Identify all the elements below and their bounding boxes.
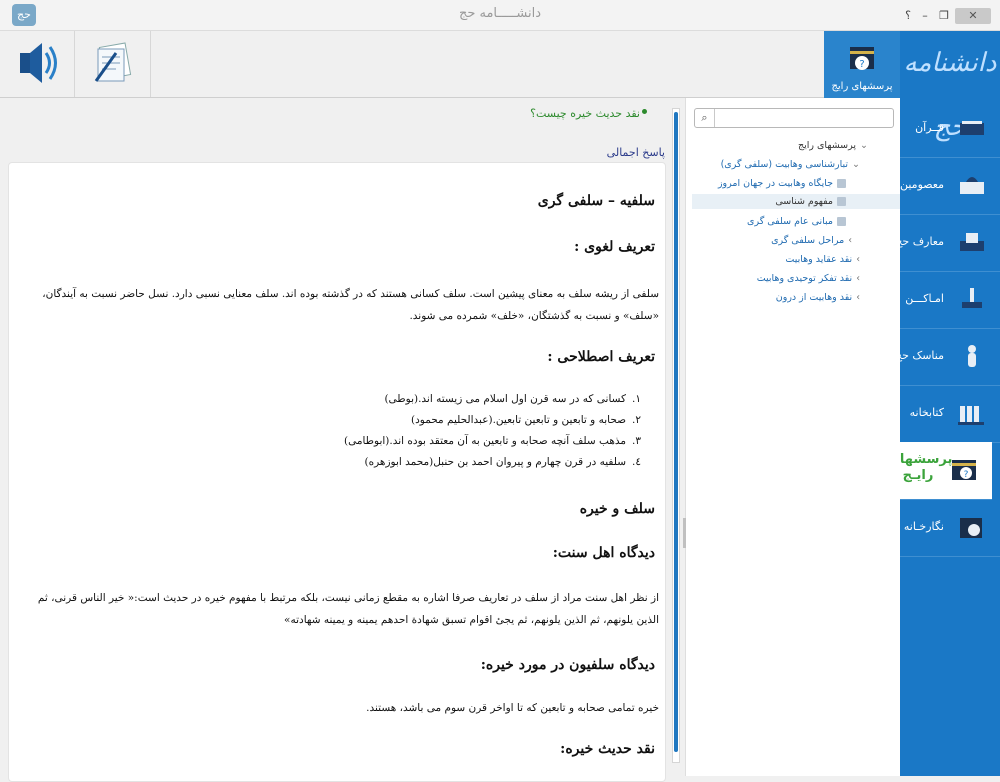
sidebar-item-faq[interactable]: ? پرسشهای رایـج bbox=[888, 442, 992, 500]
chevron-down-icon: ⌄ bbox=[860, 140, 868, 151]
page-icon bbox=[837, 179, 846, 188]
sidebar-item-label: نگارخـانه bbox=[903, 520, 944, 533]
search-icon[interactable]: ⌕ bbox=[695, 109, 715, 127]
page-icon bbox=[837, 217, 846, 226]
tree-node[interactable]: ⌄تبارشناسی وهابیت (سلفی گری) bbox=[721, 159, 860, 170]
sidebar-item-label: قــرآن bbox=[915, 121, 944, 134]
window-title: دانشـــــامه حج bbox=[458, 6, 542, 21]
faq-toolbar-label: پرسشهای رایج bbox=[831, 81, 893, 92]
tree-leaf-selected[interactable]: مفهوم شناسی bbox=[692, 194, 900, 209]
topic-tree-panel: ⌕ ⌄پرسشهای رایج ⌄تبارشناسی وهابیت (سلفی … bbox=[685, 98, 900, 776]
content-panel: نقد حدیث خیره چیست؟ پاسخ اجمالی سلفیه – … bbox=[0, 98, 686, 782]
book-icon bbox=[960, 233, 984, 251]
list-item: ٤.سلفیه در قرن چهارم و پیروان احمد بن حن… bbox=[364, 456, 641, 468]
sidebar: دانشنامه حج قــرآن معصومین معارف حج امـا… bbox=[888, 31, 1000, 776]
sidebar-item-library[interactable]: کتابخانه bbox=[900, 386, 1000, 443]
tree-node[interactable]: ›نقد عقاید وهابیت bbox=[785, 254, 860, 265]
chevron-right-icon: › bbox=[848, 235, 852, 246]
chevron-down-icon: ⌄ bbox=[852, 159, 860, 170]
documents-button[interactable] bbox=[76, 31, 151, 97]
pilgrim-icon bbox=[968, 345, 976, 367]
page-icon bbox=[837, 197, 846, 206]
heading: سلفیه – سلفی گری bbox=[537, 193, 655, 209]
faq-toolbar-button[interactable]: ? پرسشهای رایج bbox=[824, 31, 900, 98]
definition-list: ۱.کسانی که در سه قرن اول اسلام می زیسته … bbox=[344, 389, 641, 473]
shrine-icon bbox=[960, 177, 984, 194]
document-icon bbox=[94, 42, 132, 82]
sidebar-item-label: امـاکـــن bbox=[905, 292, 944, 305]
list-item: ۱.کسانی که در سه قرن اول اسلام می زیسته … bbox=[384, 393, 641, 405]
sidebar-item-gallery[interactable]: نگارخـانه bbox=[900, 500, 1000, 557]
chevron-right-icon: › bbox=[856, 254, 860, 265]
heading: دیدگاه سلفیون در مورد خیره: bbox=[480, 657, 655, 673]
list-item: ۲.صحابه و تابعین و تابعین تابعین.(عبدالح… bbox=[411, 414, 641, 426]
tree-leaf[interactable]: جایگاه وهابیت در جهان امروز bbox=[718, 178, 846, 189]
gallery-icon bbox=[960, 518, 982, 538]
paragraph: از نظر اهل سنت مراد از سلف در تعاریف صرف… bbox=[37, 592, 659, 626]
sidebar-item-manasek[interactable]: مناسک حج bbox=[895, 329, 1000, 386]
heading: تعریف لغوی : bbox=[574, 239, 655, 255]
chevron-right-icon: › bbox=[856, 292, 860, 303]
kaaba-question-icon: ? bbox=[850, 47, 874, 70]
svg-text:?: ? bbox=[859, 59, 864, 70]
speaker-icon bbox=[20, 43, 57, 83]
chevron-right-icon: › bbox=[856, 273, 860, 284]
brief-answer-label: پاسخ اجمالی bbox=[606, 146, 665, 159]
mosque-icon bbox=[962, 288, 982, 308]
sidebar-item-label: مناسک حج bbox=[894, 349, 944, 362]
sidebar-item-label: معصومین bbox=[899, 178, 944, 191]
list-item: ۳.مذهب سلف آنچه صحابه و تابعین به آن معت… bbox=[344, 435, 641, 447]
audio-button[interactable] bbox=[0, 31, 75, 97]
sidebar-item-quran[interactable]: قــرآن bbox=[900, 101, 1000, 158]
tree-node[interactable]: ›نقد وهابیت از درون bbox=[776, 292, 860, 303]
toolbar: ? پرسشهای رایج bbox=[0, 31, 900, 98]
scrollbar-thumb[interactable] bbox=[674, 112, 678, 752]
paragraph: خیره تمامی صحابه و تابعین که تا اواخر قر… bbox=[366, 702, 659, 714]
sidebar-item-amaken[interactable]: امـاکـــن bbox=[900, 272, 1000, 329]
tree-node[interactable]: ⌄پرسشهای رایج bbox=[798, 140, 868, 151]
svg-text:?: ? bbox=[964, 470, 969, 480]
tree-node[interactable]: ›نقد تفکر توحیدی وهابیت bbox=[757, 273, 860, 284]
paragraph: سلفی از ریشه سلف به معنای پیشین است. سلف… bbox=[42, 288, 659, 322]
heading: تعریف اصطلاحی : bbox=[547, 349, 655, 365]
answer-card: سلفیه – سلفی گری تعریف لغوی : سلفی از ری… bbox=[8, 162, 666, 782]
sidebar-item-maaref[interactable]: معارف حج bbox=[895, 215, 1000, 272]
bullet-icon bbox=[642, 109, 647, 114]
tree-node[interactable]: ›مراحل سلفی گری bbox=[771, 235, 852, 246]
quran-icon bbox=[960, 121, 984, 135]
close-button[interactable]: ✕ bbox=[955, 8, 991, 24]
title-bar: حج دانشـــــامه حج ؟ – ❐ ✕ bbox=[0, 0, 1000, 31]
heading: دیدگاه اهل سنت: bbox=[552, 545, 655, 561]
restore-button[interactable]: ❐ bbox=[933, 8, 955, 24]
tree-leaf[interactable]: مبانی عام سلفی گری bbox=[747, 216, 846, 227]
sidebar-item-label: کتابخانه bbox=[909, 406, 944, 419]
question-title: نقد حدیث خیره چیست؟ bbox=[530, 107, 640, 120]
heading: سلف و خیره bbox=[579, 501, 655, 517]
brand-logo: دانشنامه حج bbox=[903, 48, 997, 142]
heading: نقد حدیث خیره: bbox=[560, 741, 655, 757]
search-input[interactable]: ⌕ bbox=[694, 108, 894, 128]
sidebar-item-masoomin[interactable]: معصومین bbox=[900, 158, 1000, 215]
sidebar-item-label: معارف حج bbox=[895, 235, 944, 248]
panel-splitter[interactable] bbox=[683, 518, 686, 548]
library-icon bbox=[958, 406, 984, 425]
kaaba-question-icon: ? bbox=[952, 460, 976, 480]
